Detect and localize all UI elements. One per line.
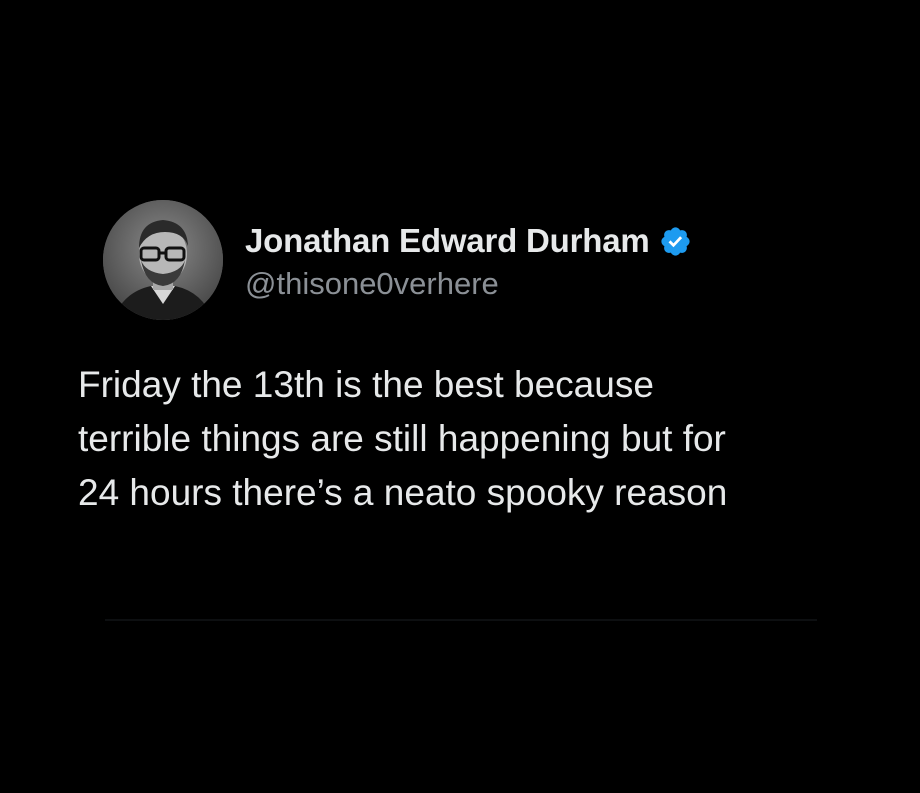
divider: [105, 619, 817, 621]
display-name[interactable]: Jonathan Edward Durham: [245, 222, 650, 260]
post-header: Jonathan Edward Durham @thisone0verhere: [103, 200, 692, 320]
post-card: Jonathan Edward Durham @thisone0verhere …: [0, 0, 920, 793]
name-row: Jonathan Edward Durham: [245, 218, 692, 264]
author-identity: Jonathan Edward Durham @thisone0verhere: [245, 218, 692, 302]
author-handle[interactable]: @thisone0verhere: [245, 266, 692, 302]
avatar[interactable]: [103, 200, 223, 320]
verified-badge-icon: [659, 225, 692, 258]
post-text: Friday the 13th is the best because terr…: [78, 364, 728, 513]
avatar-photo-icon: [103, 200, 223, 320]
